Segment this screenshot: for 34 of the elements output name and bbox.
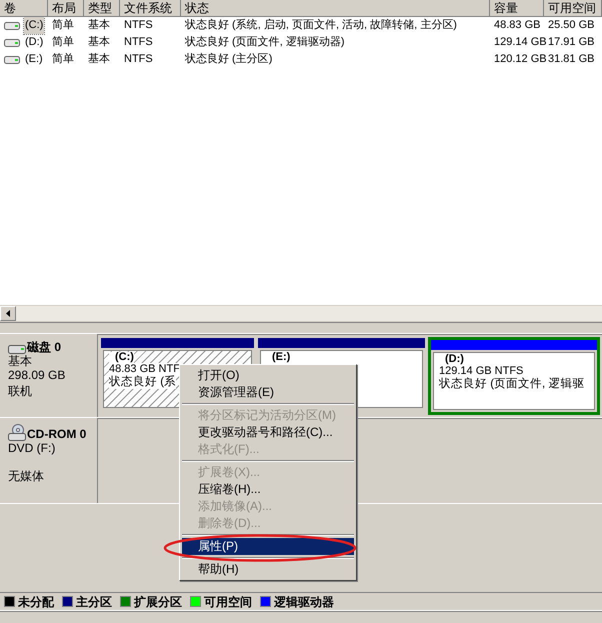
- legend-label: 扩展分区: [134, 594, 182, 610]
- table-cell-text: NTFS: [124, 18, 153, 34]
- disk-name: CD-ROM 0: [27, 427, 86, 441]
- table-cell-text: 31.81 GB: [548, 52, 594, 68]
- legend-label: 可用空间: [204, 594, 252, 610]
- disk-detail: 联机: [8, 384, 33, 398]
- disk-detail: 基本: [8, 354, 33, 368]
- table-cell-text: 48.83 GB: [494, 18, 540, 34]
- table-cell-text: 基本: [88, 52, 110, 68]
- partition-status: 状态良好 (页面文件, 逻辑驱: [439, 378, 584, 391]
- disk-detail: 无媒体: [8, 469, 45, 483]
- table-cell-text: 129.14 GB: [494, 35, 547, 50]
- table-cell-text: 基本: [88, 35, 110, 50]
- table-cell-text: 120.12 GB: [494, 52, 547, 68]
- table-cell-text: 状态良好 (页面文件, 逻辑驱动器): [185, 34, 344, 50]
- table-cell-text: 基本: [88, 18, 110, 34]
- table-cell-text: 17.91 GB: [548, 35, 594, 50]
- table-cell-text: NTFS: [124, 35, 153, 50]
- table-cell-text: 简单: [52, 35, 74, 50]
- partition-label: (C:): [109, 352, 134, 363]
- disk-detail: 298.09 GB: [8, 368, 66, 382]
- disk-detail: DVD (F:): [8, 441, 56, 455]
- disk-name: 磁盘 0: [27, 340, 62, 354]
- partition-size: 48.83 GB NTF: [109, 363, 180, 376]
- legend-label: 主分区: [76, 594, 112, 610]
- legend-label: 未分配: [18, 594, 54, 610]
- legend-label: 逻辑驱动器: [274, 594, 334, 610]
- table-cell-text: NTFS: [124, 52, 153, 68]
- table-cell-text: 25.50 GB: [548, 18, 594, 34]
- table-cell-text: 简单: [52, 52, 74, 68]
- table-cell-text: 简单: [52, 18, 74, 34]
- table-cell-text: 状态良好 (系统, 启动, 页面文件, 活动, 故障转储, 主分区): [185, 18, 457, 34]
- table-cell-text: 状态良好 (主分区): [185, 52, 272, 68]
- partition-status: 状态良好 (系: [109, 376, 176, 389]
